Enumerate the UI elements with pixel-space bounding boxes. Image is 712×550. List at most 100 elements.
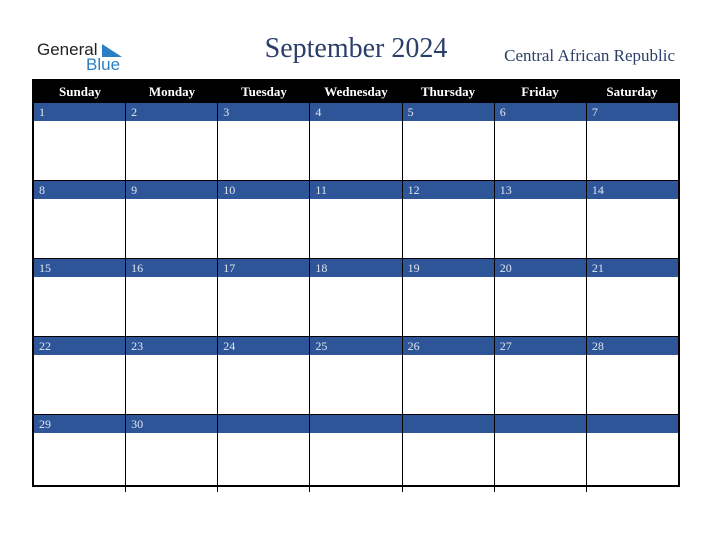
day-notes[interactable] [310, 277, 401, 336]
date-number: 20 [494, 259, 586, 277]
day-cell[interactable]: 2 [125, 103, 218, 180]
weekday-saturday: Saturday [606, 84, 658, 99]
date-number: 25 [310, 337, 402, 355]
date-number: 26 [402, 337, 494, 355]
day-cell[interactable]: 10 [217, 181, 310, 258]
day-notes[interactable] [495, 355, 586, 414]
weekday-wednesday: Wednesday [324, 84, 388, 99]
day-notes[interactable] [218, 199, 309, 258]
day-notes[interactable] [218, 277, 309, 336]
date-number: 14 [586, 181, 678, 199]
day-notes[interactable] [495, 199, 586, 258]
day-notes[interactable] [587, 121, 678, 180]
day-cell[interactable]: 14 [585, 181, 678, 258]
day-notes[interactable] [495, 121, 586, 180]
date-number: 17 [218, 259, 310, 277]
day-notes[interactable] [310, 355, 401, 414]
day-notes[interactable] [126, 355, 217, 414]
day-notes[interactable] [587, 277, 678, 336]
date-number [494, 415, 586, 433]
title-text: September 2024 [264, 33, 448, 64]
day-cell[interactable] [493, 415, 586, 492]
date-number: 1 [34, 103, 126, 121]
date-number: 30 [126, 415, 218, 433]
date-number [310, 415, 402, 433]
date-number: 9 [126, 181, 218, 199]
day-notes[interactable] [310, 199, 401, 258]
day-notes[interactable] [403, 277, 494, 336]
date-number: 21 [586, 259, 678, 277]
day-notes[interactable] [218, 121, 309, 180]
date-number [402, 415, 494, 433]
day-cell[interactable] [401, 415, 494, 492]
day-notes[interactable] [310, 121, 401, 180]
day-notes[interactable] [218, 355, 309, 414]
week-row: 15 16 17 18 19 20 21 [34, 258, 678, 336]
date-number: 29 [34, 415, 126, 433]
date-number [586, 415, 678, 433]
day-notes[interactable] [403, 121, 494, 180]
weekday-tuesday: Tuesday [241, 84, 287, 99]
day-cell[interactable]: 19 [401, 259, 494, 336]
date-number: 24 [218, 337, 310, 355]
day-cell[interactable]: 4 [309, 103, 402, 180]
day-notes[interactable] [495, 277, 586, 336]
day-cell[interactable]: 6 [493, 103, 586, 180]
day-notes[interactable] [34, 199, 125, 258]
date-number: 22 [34, 337, 126, 355]
date-number: 6 [494, 103, 586, 121]
day-notes[interactable] [126, 277, 217, 336]
day-notes[interactable] [218, 433, 309, 492]
day-cell[interactable]: 26 [401, 337, 494, 414]
day-cell[interactable]: 16 [125, 259, 218, 336]
day-cell[interactable]: 27 [493, 337, 586, 414]
day-notes[interactable] [495, 433, 586, 492]
day-cell[interactable]: 17 [217, 259, 310, 336]
date-number: 16 [126, 259, 218, 277]
date-number: 4 [310, 103, 402, 121]
day-notes[interactable] [403, 433, 494, 492]
day-cell[interactable]: 22 [34, 337, 126, 414]
date-number: 3 [218, 103, 310, 121]
day-cell[interactable]: 30 [125, 415, 218, 492]
day-cell[interactable]: 8 [34, 181, 126, 258]
day-cell[interactable]: 7 [585, 103, 678, 180]
day-cell[interactable]: 5 [401, 103, 494, 180]
day-cell[interactable]: 13 [493, 181, 586, 258]
day-cell[interactable]: 1 [34, 103, 126, 180]
date-number: 18 [310, 259, 402, 277]
day-notes[interactable] [403, 355, 494, 414]
day-notes[interactable] [587, 199, 678, 258]
day-notes[interactable] [34, 355, 125, 414]
day-cell[interactable]: 29 [34, 415, 126, 492]
day-cell[interactable]: 3 [217, 103, 310, 180]
day-cell[interactable]: 11 [309, 181, 402, 258]
day-notes[interactable] [34, 121, 125, 180]
day-cell[interactable] [309, 415, 402, 492]
day-cell[interactable] [217, 415, 310, 492]
day-cell[interactable]: 12 [401, 181, 494, 258]
day-cell[interactable]: 25 [309, 337, 402, 414]
day-cell[interactable]: 24 [217, 337, 310, 414]
day-notes[interactable] [403, 199, 494, 258]
day-cell[interactable]: 18 [309, 259, 402, 336]
day-cell[interactable] [585, 415, 678, 492]
day-cell[interactable]: 9 [125, 181, 218, 258]
day-notes[interactable] [126, 433, 217, 492]
day-cell[interactable]: 15 [34, 259, 126, 336]
day-cell[interactable]: 23 [125, 337, 218, 414]
day-notes[interactable] [587, 355, 678, 414]
day-notes[interactable] [34, 277, 125, 336]
date-number: 13 [494, 181, 586, 199]
date-number: 2 [126, 103, 218, 121]
day-cell[interactable]: 20 [493, 259, 586, 336]
day-notes[interactable] [587, 433, 678, 492]
day-cell[interactable]: 28 [585, 337, 678, 414]
day-cell[interactable]: 21 [585, 259, 678, 336]
weekday-thursday: Thursday [420, 84, 476, 99]
day-notes[interactable] [34, 433, 125, 492]
day-notes[interactable] [310, 433, 401, 492]
week-row: 29 30 [34, 414, 678, 492]
day-notes[interactable] [126, 121, 217, 180]
day-notes[interactable] [126, 199, 217, 258]
